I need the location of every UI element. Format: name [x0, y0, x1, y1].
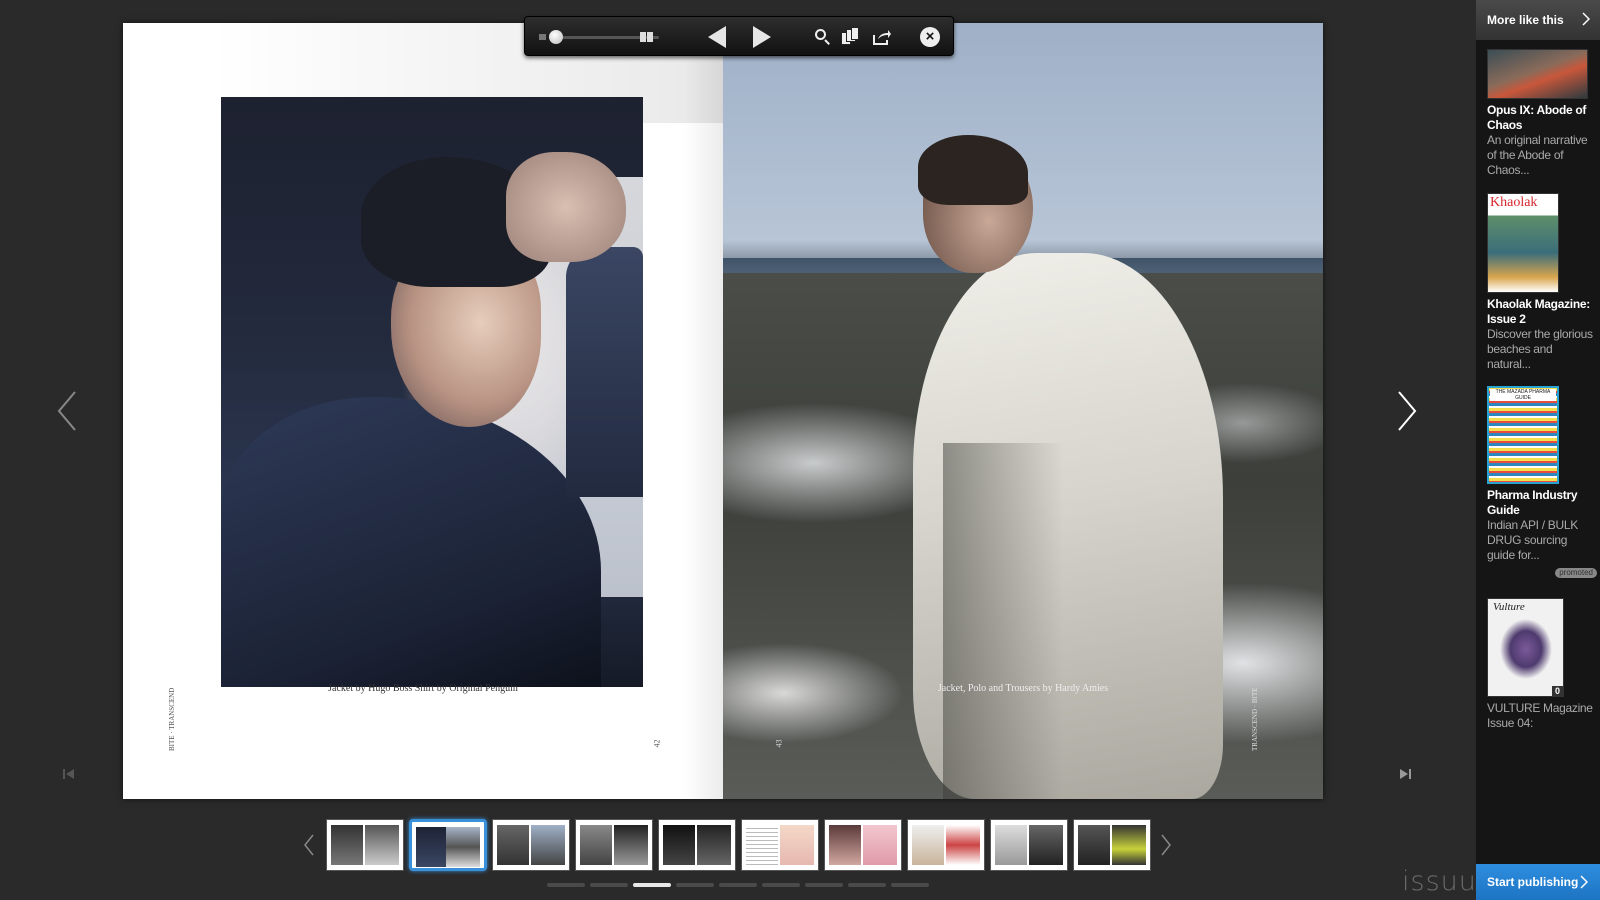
page-thumbnail[interactable]	[990, 819, 1068, 871]
page-thumbnail[interactable]	[492, 819, 570, 871]
more-like-this-sidebar: More like this Opus IX: Abode of Chaos A…	[1476, 0, 1600, 900]
chevron-right-icon	[1582, 12, 1591, 29]
publication-description: An original narrative of the Abode of Ch…	[1487, 133, 1588, 177]
first-page-icon[interactable]	[62, 767, 76, 781]
cover-masthead: Vulture	[1493, 601, 1525, 613]
pages-icon[interactable]	[841, 27, 861, 47]
pager-dot[interactable]	[719, 883, 757, 887]
publication-description: Discover the glorious beaches and natura…	[1487, 327, 1593, 371]
caption-left: Jacket by Hugo Boss Shirt by Original Pe…	[328, 683, 518, 694]
thumbnails-prev-icon[interactable]	[303, 833, 315, 857]
reader-toolbar: ×	[524, 16, 954, 56]
sidebar-header[interactable]: More like this	[1476, 0, 1600, 40]
sidebar-header-label: More like this	[1487, 13, 1564, 27]
page-number-left: 42	[652, 739, 662, 748]
grid-view-icon[interactable]	[640, 32, 654, 42]
chevron-right-icon	[1580, 875, 1589, 892]
sidebar-item[interactable]: Vulture 0 VULTURE Magazine Issue 04:	[1487, 598, 1597, 731]
publication-cover[interactable]: THE MAZADA PHARMA GUIDE	[1487, 386, 1559, 484]
photo-man-leaning	[221, 97, 643, 687]
last-page-icon[interactable]	[1398, 767, 1412, 781]
pager-dot[interactable]	[590, 883, 628, 887]
page-thumbnail[interactable]	[741, 819, 819, 871]
page-thumbnail[interactable]	[658, 819, 736, 871]
pager-dot[interactable]	[762, 883, 800, 887]
pager-dot[interactable]	[547, 883, 585, 887]
pager-dot[interactable]	[676, 883, 714, 887]
close-icon[interactable]: ×	[920, 27, 940, 47]
count-badge: 0	[1551, 686, 1563, 696]
publication-description: VULTURE Magazine Issue 04:	[1487, 701, 1593, 730]
page-thumbnail[interactable]	[575, 819, 653, 871]
next-page-icon[interactable]	[753, 26, 771, 48]
sidebar-item[interactable]: THE MAZADA PHARMA GUIDE Pharma Industry …	[1487, 386, 1597, 578]
page-thumbnail[interactable]	[907, 819, 985, 871]
thumbnails-next-icon[interactable]	[1160, 833, 1172, 857]
pager-dot[interactable]	[805, 883, 843, 887]
next-spread-arrow-icon[interactable]	[1396, 390, 1418, 432]
publication-title[interactable]: Khaolak Magazine: Issue 2	[1487, 297, 1597, 327]
page-thumbnail-active[interactable]	[409, 819, 487, 871]
prev-page-icon[interactable]	[708, 26, 726, 48]
publication-title[interactable]: Pharma Industry Guide	[1487, 488, 1597, 518]
publication-title[interactable]: Opus IX: Abode of Chaos	[1487, 103, 1597, 133]
start-publishing-button[interactable]: Start publishing	[1476, 864, 1600, 900]
thumbnail-strip	[326, 819, 1151, 871]
cover-masthead: Khaolak	[1490, 195, 1538, 210]
caption-right: Jacket, Polo and Trousers by Hardy Amies	[937, 683, 1109, 694]
pager-dot-active[interactable]	[633, 883, 671, 887]
pager-dot[interactable]	[848, 883, 886, 887]
spine-label-left: BITE · TRANSCEND	[168, 687, 176, 751]
zoom-out-icon[interactable]	[539, 34, 546, 40]
sidebar-item[interactable]: Opus IX: Abode of Chaos An original narr…	[1487, 49, 1597, 178]
pager-dot[interactable]	[891, 883, 929, 887]
page-thumbnail[interactable]	[824, 819, 902, 871]
search-icon[interactable]	[813, 27, 833, 47]
magazine-spread[interactable]: Jacket by Hugo Boss Shirt by Original Pe…	[123, 23, 1323, 799]
start-publishing-label: Start publishing	[1487, 875, 1579, 889]
prev-spread-arrow-icon[interactable]	[56, 390, 78, 432]
publication-cover[interactable]: Khaolak	[1487, 193, 1559, 293]
zoom-slider-handle[interactable]	[549, 30, 563, 44]
cover-masthead: THE MAZADA PHARMA GUIDE	[1490, 389, 1556, 401]
publication-cover[interactable]: Vulture 0	[1487, 598, 1564, 697]
page-thumbnail[interactable]	[326, 819, 404, 871]
publication-description: Indian API / BULK DRUG sourcing guide fo…	[1487, 518, 1578, 562]
promoted-badge: promoted	[1555, 568, 1597, 578]
page-right[interactable]: Jacket, Polo and Trousers by Hardy Amies…	[723, 23, 1323, 799]
publication-cover[interactable]	[1487, 49, 1588, 99]
share-icon[interactable]	[872, 27, 892, 47]
reader-stage: Jacket by Hugo Boss Shirt by Original Pe…	[0, 0, 1476, 900]
page-number-right: 43	[774, 739, 784, 748]
issuu-logo[interactable]: issuu	[1402, 866, 1477, 897]
thumbnail-pager	[547, 883, 929, 887]
spine-label-right: TRANSCEND · BITE	[1251, 687, 1259, 751]
page-left[interactable]: Jacket by Hugo Boss Shirt by Original Pe…	[123, 23, 723, 799]
sidebar-item[interactable]: Khaolak Khaolak Magazine: Issue 2 Discov…	[1487, 193, 1597, 372]
page-thumbnail[interactable]	[1073, 819, 1151, 871]
